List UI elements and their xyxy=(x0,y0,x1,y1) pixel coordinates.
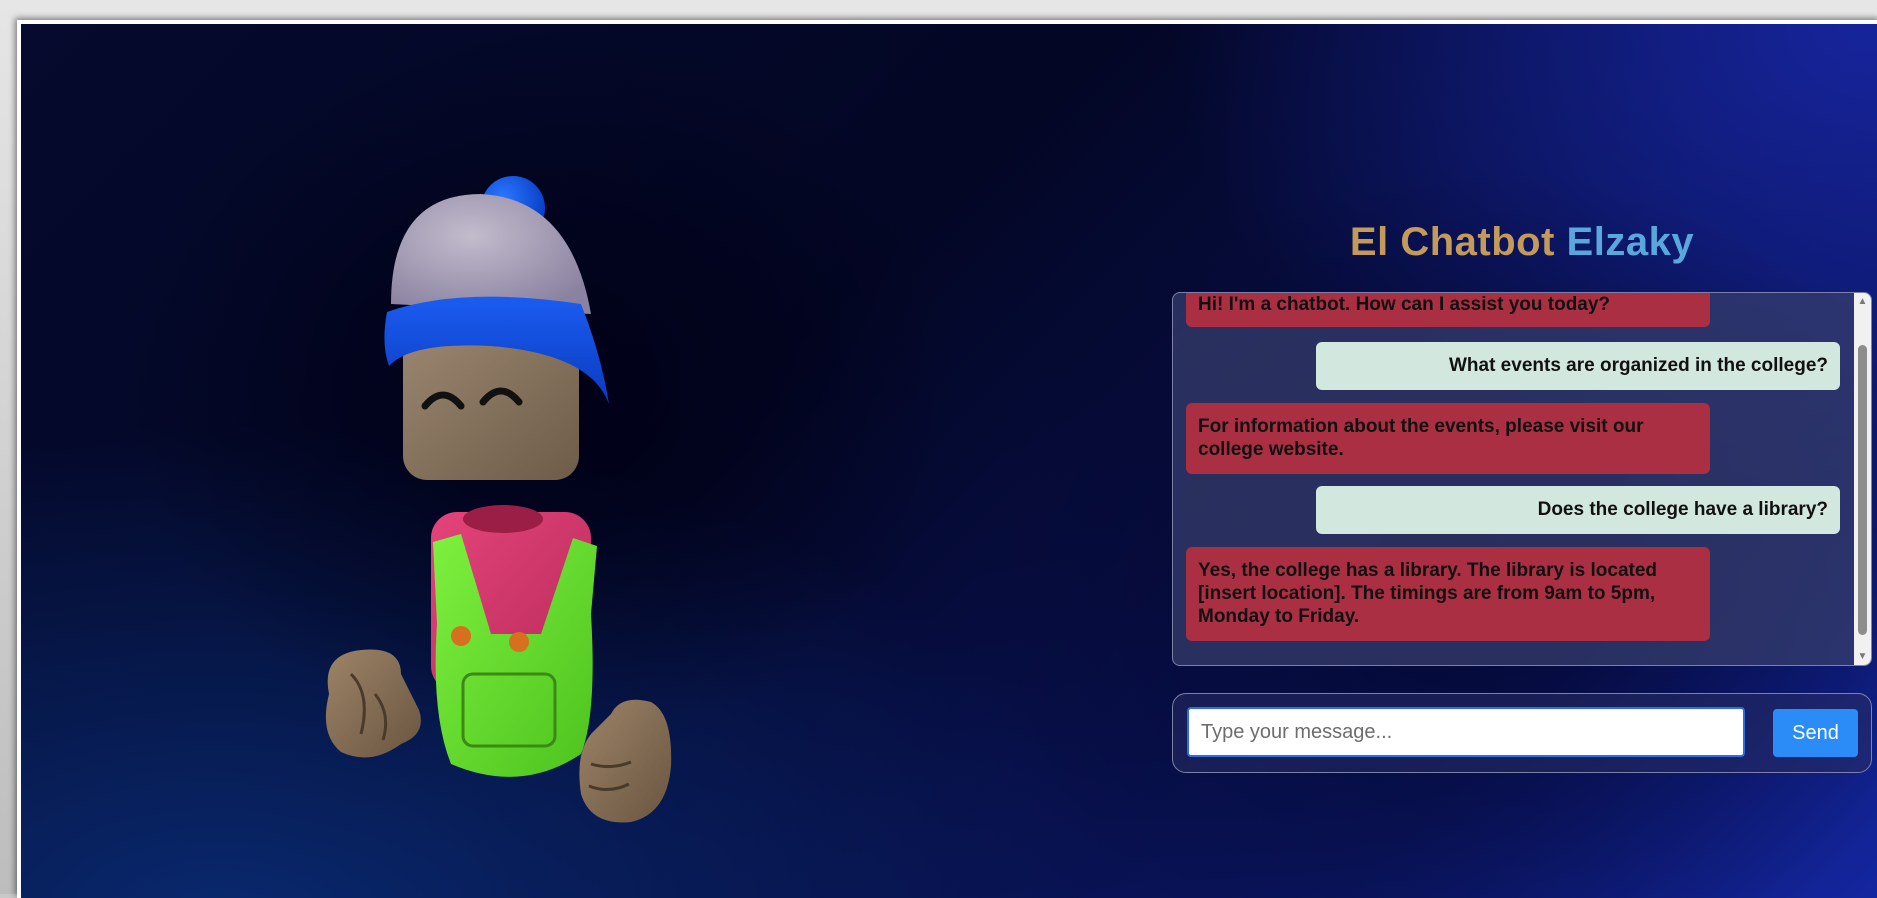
message-text: What events are organized in the college… xyxy=(1448,355,1828,376)
triangle-down-icon[interactable]: ▼ xyxy=(1854,648,1871,665)
title-part-2: Elzaky xyxy=(1566,220,1695,264)
user-message: What events are organized in the college… xyxy=(1316,342,1840,390)
message-text: Does the college have a library? xyxy=(1537,499,1828,520)
user-message: Does the college have a library? xyxy=(1316,486,1840,534)
message-text: For information about the events, please… xyxy=(1198,416,1644,460)
message-composer: Send xyxy=(1172,693,1872,773)
chat-title: El Chatbot Elzaky xyxy=(1172,220,1872,265)
bot-message: Yes, the college has a library. The libr… xyxy=(1186,547,1710,641)
bot-message: For information about the events, please… xyxy=(1186,403,1710,474)
scrollbar-thumb[interactable] xyxy=(1858,345,1867,635)
message-text: Hi! I'm a chatbot. How can I assist you … xyxy=(1198,294,1611,315)
chat-scrollbar[interactable]: ▲ ▼ xyxy=(1854,293,1871,665)
app-window: El Chatbot Elzaky Hi! I'm a chatbot. How… xyxy=(17,20,1877,898)
message-list: Hi! I'm a chatbot. How can I assist you … xyxy=(1173,293,1853,665)
robot-mascot xyxy=(291,154,731,854)
chat-log[interactable]: Hi! I'm a chatbot. How can I assist you … xyxy=(1172,292,1872,666)
message-text: Yes, the college has a library. The libr… xyxy=(1198,560,1658,627)
send-button[interactable]: Send xyxy=(1773,709,1858,757)
title-part-1: El Chatbot xyxy=(1349,220,1555,264)
bot-message: Hi! I'm a chatbot. How can I assist you … xyxy=(1186,293,1710,327)
message-input[interactable] xyxy=(1187,707,1745,757)
triangle-up-icon[interactable]: ▲ xyxy=(1854,293,1871,310)
robot-mascot-illustration xyxy=(325,176,672,823)
